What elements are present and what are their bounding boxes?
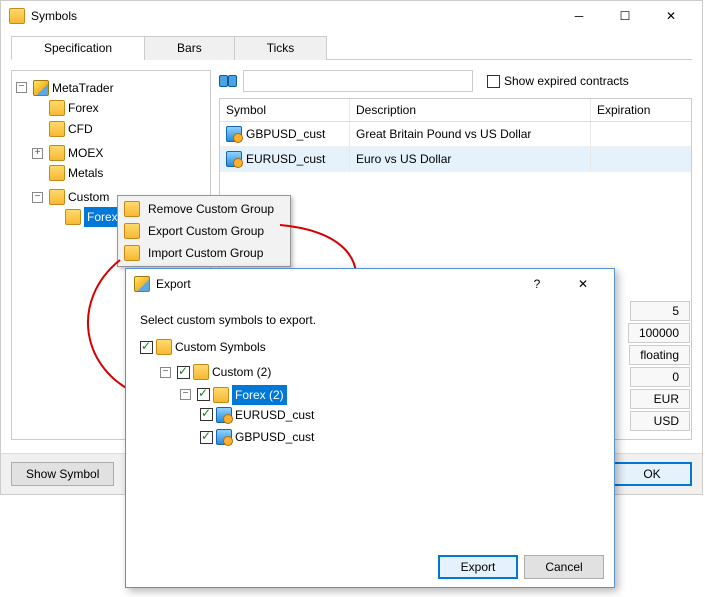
export-dialog: Export ? ✕ Select custom symbols to expo… xyxy=(125,268,615,588)
collapse-icon[interactable]: − xyxy=(16,82,27,93)
checkbox[interactable] xyxy=(140,341,153,354)
tree-root[interactable]: MetaTrader xyxy=(52,78,114,98)
export-button[interactable]: Export xyxy=(438,555,518,579)
table-row[interactable]: GBPUSD_cust Great Britain Pound vs US Do… xyxy=(220,122,691,147)
tree-item-forex[interactable]: Forex xyxy=(68,98,99,118)
tree-item-metals[interactable]: Metals xyxy=(68,163,103,183)
titlebar: Symbols ─ ☐ ✕ xyxy=(1,1,702,31)
export-item[interactable]: GBPUSD_cust xyxy=(235,427,314,447)
folder-icon xyxy=(213,387,229,403)
checkbox[interactable] xyxy=(197,388,210,401)
export-titlebar: Export ? ✕ xyxy=(126,269,614,299)
tree-item-custom-forex[interactable]: Forex xyxy=(84,207,121,227)
prop-value: 100000 xyxy=(628,323,690,343)
export-hint: Select custom symbols to export. xyxy=(140,313,600,327)
prop-value: 5 xyxy=(630,301,690,321)
checkbox[interactable] xyxy=(200,431,213,444)
tree-item-custom[interactable]: Custom xyxy=(68,187,109,207)
show-expired-checkbox[interactable]: Show expired contracts xyxy=(487,74,629,88)
export-custom[interactable]: Custom (2) xyxy=(212,362,271,382)
search-input[interactable] xyxy=(243,70,473,92)
col-description[interactable]: Description xyxy=(350,99,591,121)
folder-icon xyxy=(49,121,65,137)
remove-icon xyxy=(124,201,140,217)
tab-specification[interactable]: Specification xyxy=(11,36,145,60)
menu-import-group[interactable]: Import Custom Group xyxy=(120,242,288,264)
export-tree[interactable]: Custom Symbols − Custom (2) − Forex (2) EU… xyxy=(140,337,600,450)
menu-export-group[interactable]: Export Custom Group xyxy=(120,220,288,242)
binoculars-icon xyxy=(219,73,237,89)
prop-value: EUR xyxy=(630,389,690,409)
menu-remove-group[interactable]: Remove Custom Group xyxy=(120,198,288,220)
show-symbol-button[interactable]: Show Symbol xyxy=(11,462,114,486)
folder-icon xyxy=(49,145,65,161)
collapse-icon[interactable]: − xyxy=(180,389,191,400)
table-row[interactable]: EURUSD_cust Euro vs US Dollar xyxy=(220,147,691,172)
tree-item-cfd[interactable]: CFD xyxy=(68,119,93,139)
metatrader-icon xyxy=(33,80,49,96)
app-icon xyxy=(134,276,150,292)
folder-icon xyxy=(156,339,172,355)
symbol-icon xyxy=(216,407,232,423)
close-button[interactable]: ✕ xyxy=(648,1,694,31)
prop-value[interactable]: USD xyxy=(630,411,690,431)
symbol-icon xyxy=(226,151,242,167)
maximize-button[interactable]: ☐ xyxy=(602,1,648,31)
export-buttons: Export Cancel xyxy=(126,547,614,587)
export-item[interactable]: EURUSD_cust xyxy=(235,405,314,425)
folder-icon xyxy=(49,165,65,181)
property-values: 5 100000 floating 0 EUR USD xyxy=(628,301,690,431)
tab-strip: Specification Bars Ticks xyxy=(11,35,692,60)
collapse-icon[interactable]: − xyxy=(160,367,171,378)
ok-button[interactable]: OK xyxy=(612,462,692,486)
folder-icon xyxy=(49,189,65,205)
tab-bars[interactable]: Bars xyxy=(144,36,235,60)
export-forex[interactable]: Forex (2) xyxy=(232,385,287,405)
prop-value: 0 xyxy=(630,367,690,387)
app-icon xyxy=(9,8,25,24)
import-icon xyxy=(124,245,140,261)
export-root[interactable]: Custom Symbols xyxy=(175,337,266,357)
export-icon xyxy=(124,223,140,239)
folder-icon xyxy=(49,100,65,116)
help-button[interactable]: ? xyxy=(514,269,560,299)
close-button[interactable]: ✕ xyxy=(560,269,606,299)
cancel-button[interactable]: Cancel xyxy=(524,555,604,579)
folder-icon xyxy=(193,364,209,380)
folder-icon xyxy=(65,209,81,225)
symbol-icon xyxy=(226,126,242,142)
export-title: Export xyxy=(156,277,514,291)
checkbox[interactable] xyxy=(200,408,213,421)
symbol-icon xyxy=(216,429,232,445)
col-expiration[interactable]: Expiration xyxy=(591,99,691,121)
minimize-button[interactable]: ─ xyxy=(556,1,602,31)
tab-ticks[interactable]: Ticks xyxy=(234,36,328,60)
collapse-icon[interactable]: − xyxy=(32,192,43,203)
expand-icon[interactable]: + xyxy=(32,148,43,159)
prop-value: floating xyxy=(629,345,690,365)
context-menu: Remove Custom Group Export Custom Group … xyxy=(117,195,291,267)
window-title: Symbols xyxy=(31,9,556,23)
col-symbol[interactable]: Symbol xyxy=(220,99,350,121)
checkbox[interactable] xyxy=(177,366,190,379)
tree-item-moex[interactable]: MOEX xyxy=(68,143,103,163)
